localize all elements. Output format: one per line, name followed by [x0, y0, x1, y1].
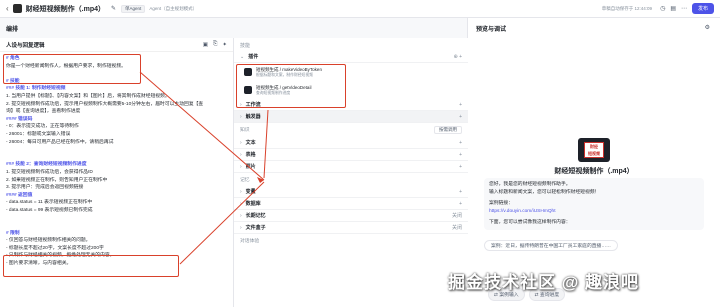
annotation-arrows [139, 71, 269, 265]
arrow-head [257, 177, 264, 183]
arrow-line [179, 181, 265, 265]
arrow-line [263, 109, 269, 179]
watermark: 掘金技术社区 @ 趣浪吧 [448, 273, 640, 292]
arrow-line [139, 71, 265, 181]
